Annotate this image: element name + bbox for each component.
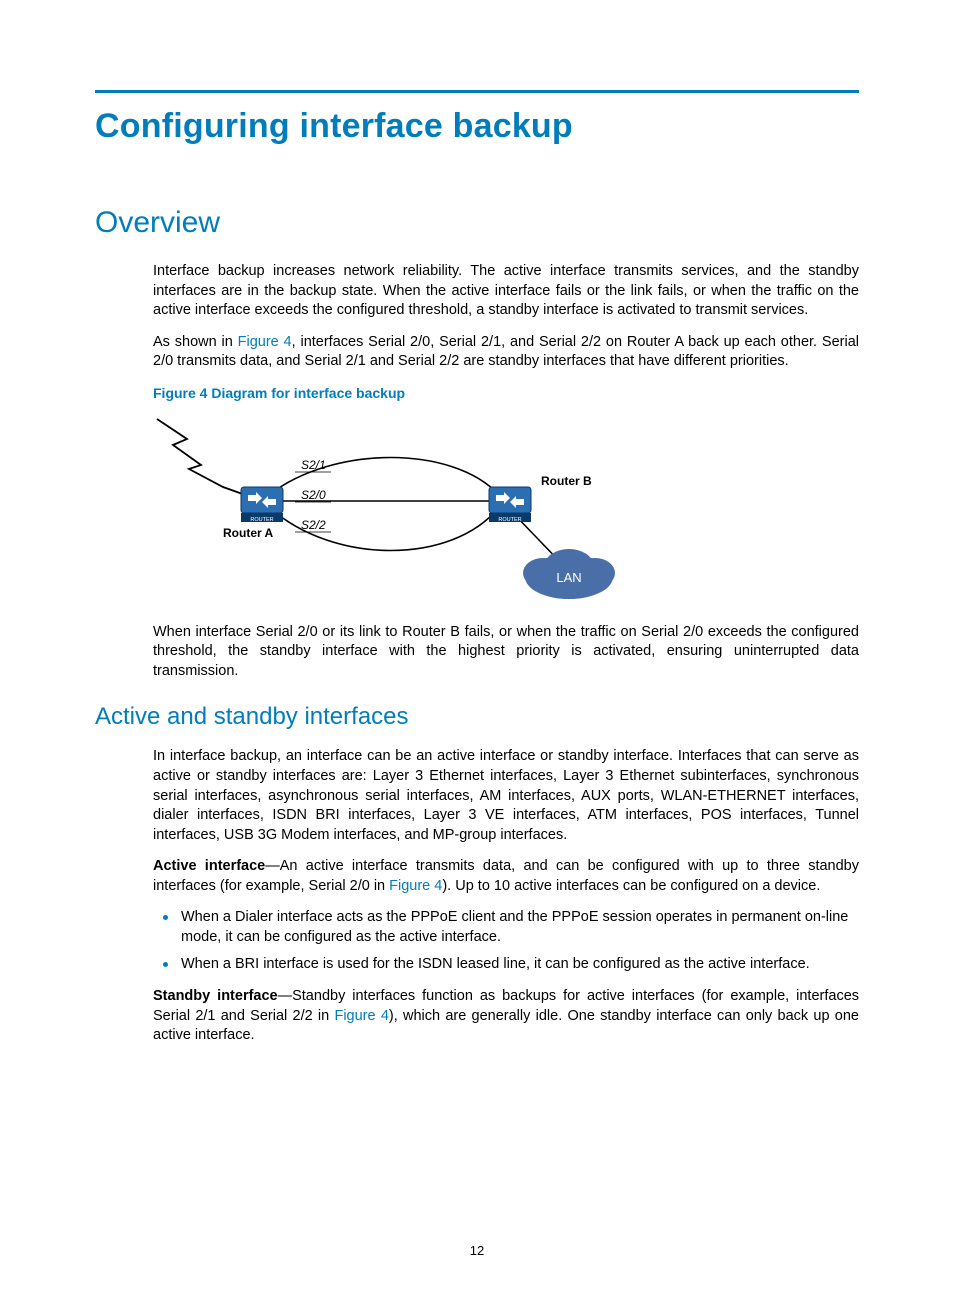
paragraph: When interface Serial 2/0 or its link to…: [153, 623, 859, 682]
active-interface-label: Active interface: [153, 858, 265, 874]
text: ). Up to 10 active interfaces can be con…: [442, 878, 820, 894]
s22-label: S2/2: [301, 518, 326, 532]
subsection-active-standby: Active and standby interfaces: [95, 703, 859, 731]
paragraph: Active interface—An active interface tra…: [153, 857, 859, 896]
router-a-icon: ROUTER: [241, 487, 283, 523]
page: Configuring interface backup Overview In…: [0, 0, 954, 1296]
figure-caption: Figure 4 Diagram for interface backup: [153, 384, 859, 403]
s21-label: S2/1: [301, 458, 326, 472]
zigzag-line: [157, 419, 251, 497]
lan-label: LAN: [556, 570, 581, 585]
s20-label: S2/0: [301, 488, 326, 502]
router-a-label: Router A: [223, 526, 274, 540]
paragraph: Interface backup increases network relia…: [153, 262, 859, 321]
lan-cloud-icon: LAN: [523, 549, 615, 599]
paragraph: As shown in Figure 4, interfaces Serial …: [153, 333, 859, 372]
figure-ref-link[interactable]: Figure 4: [238, 334, 292, 350]
page-number: 12: [0, 1243, 954, 1258]
paragraph: Standby interface—Standby interfaces fun…: [153, 987, 859, 1046]
bullet-list: When a Dialer interface acts as the PPPo…: [153, 908, 859, 975]
figure-4-diagram: ROUTER Router A ROUTER Router B S2/1 S2/…: [153, 415, 859, 605]
figure-ref-link[interactable]: Figure 4: [334, 1008, 388, 1024]
figure-ref-link[interactable]: Figure 4: [389, 878, 442, 894]
diagram-svg: ROUTER Router A ROUTER Router B S2/1 S2/…: [153, 415, 643, 605]
router-label: ROUTER: [250, 517, 273, 523]
text: As shown in: [153, 334, 238, 350]
body-content-2: In interface backup, an interface can be…: [153, 747, 859, 1045]
list-item: When a Dialer interface acts as the PPPo…: [153, 908, 859, 947]
title-rule: [95, 90, 859, 93]
router-b-label: Router B: [541, 474, 592, 488]
standby-interface-label: Standby interface: [153, 988, 278, 1004]
section-overview: Overview: [95, 206, 859, 240]
page-title: Configuring interface backup: [95, 107, 859, 146]
body-content: Interface backup increases network relia…: [153, 262, 859, 681]
router-label: ROUTER: [498, 517, 521, 523]
paragraph: In interface backup, an interface can be…: [153, 747, 859, 845]
router-b-icon: ROUTER: [489, 487, 531, 523]
list-item: When a BRI interface is used for the ISD…: [153, 955, 859, 975]
